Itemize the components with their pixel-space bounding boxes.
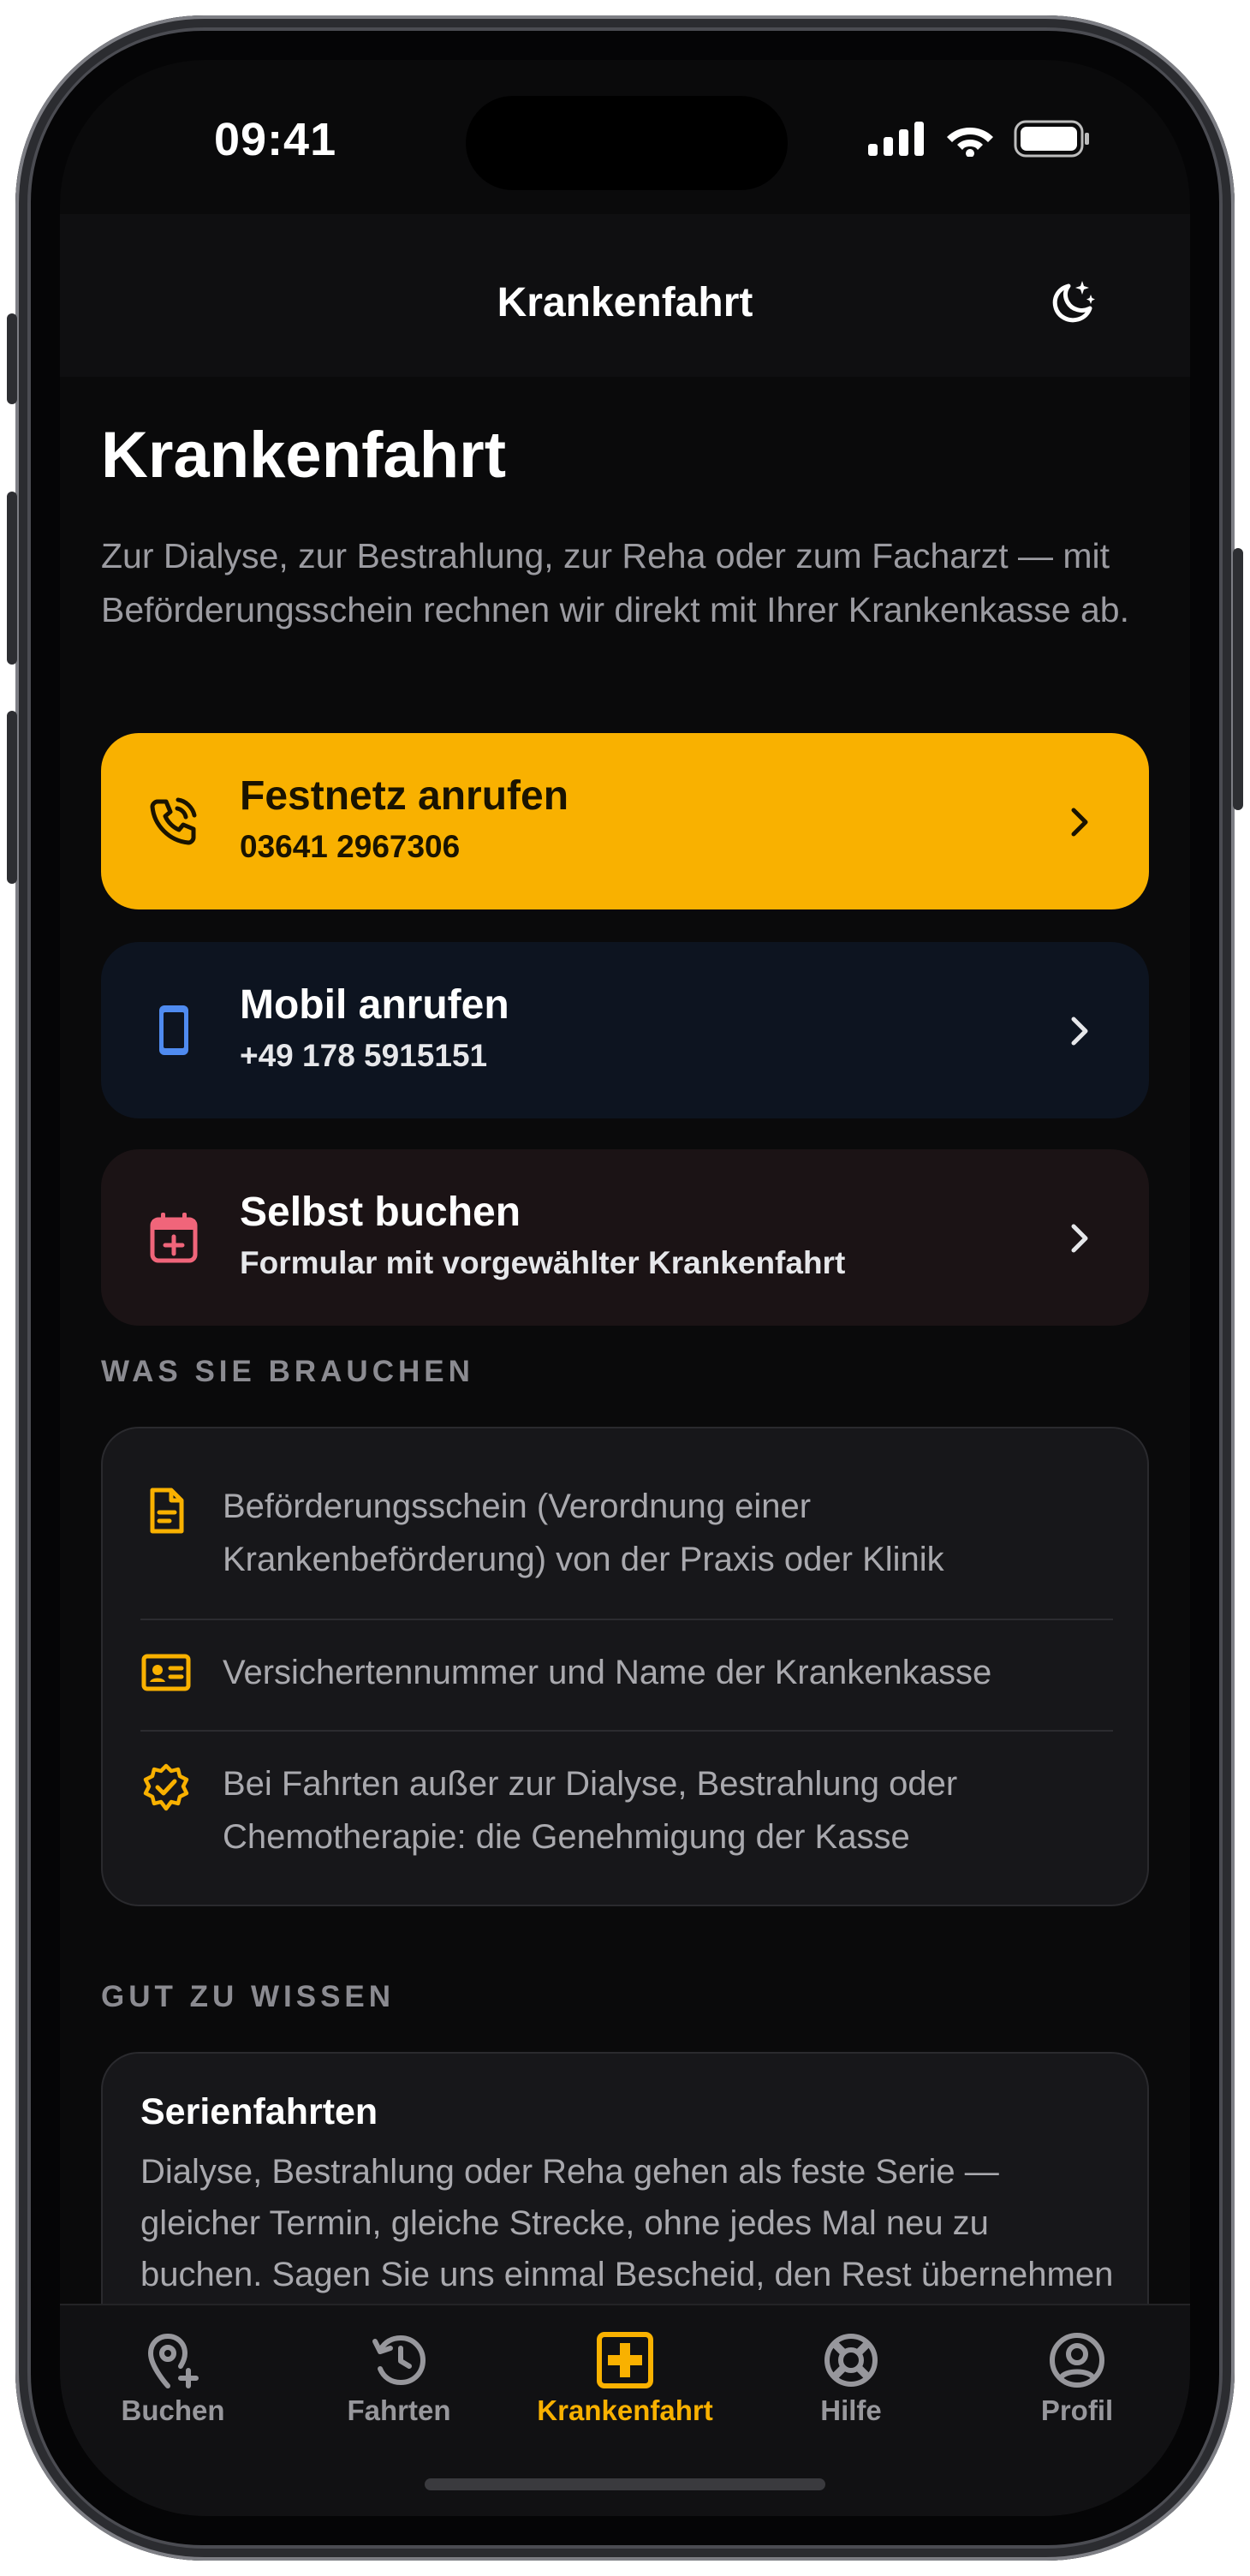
list-item-text: Versichertennummer und Name der Krankenk…	[223, 1654, 992, 1691]
home-indicator[interactable]	[425, 2478, 825, 2490]
cellular-signal-icon	[868, 122, 924, 156]
document-icon	[150, 1488, 184, 1534]
divider	[140, 1619, 1113, 1620]
chevron-right-icon	[1071, 1017, 1088, 1046]
moon-stars-icon[interactable]	[1046, 276, 1099, 329]
page-title: Krankenfahrt	[101, 419, 506, 492]
card-title: Selbst buchen	[240, 1190, 521, 1235]
id-card-icon	[141, 1654, 191, 1691]
tab-krankenfahrt[interactable]: Krankenfahrt	[512, 2305, 738, 2434]
chevron-right-icon	[1071, 1224, 1088, 1253]
tab-label: Buchen	[121, 2394, 225, 2426]
divider	[140, 1730, 1113, 1732]
dynamic-island	[466, 96, 788, 190]
verified-badge-icon	[143, 1763, 189, 1811]
medical-cross-icon	[597, 2332, 653, 2388]
lifebuoy-icon	[824, 2334, 878, 2387]
chevron-right-icon	[1071, 808, 1088, 837]
map-pin-plus-icon	[147, 2333, 199, 2388]
screen: 09:41 Krankenfahrt Krankenfahrt Zur Dial	[60, 60, 1190, 2516]
card-subtitle: 03641 2967306	[240, 829, 461, 864]
tab-label: Profil	[1040, 2394, 1114, 2426]
wifi-icon	[947, 128, 993, 157]
navigation-bar: Krankenfahrt	[60, 214, 1190, 377]
tab-fahrten[interactable]: Fahrten	[286, 2305, 512, 2434]
card-title: Mobil anrufen	[240, 982, 509, 1028]
phone-icon	[150, 797, 197, 845]
volume-up-button	[7, 492, 17, 665]
requirements-list: Beförderungsschein (Verordnung einer Kra…	[101, 1427, 1149, 1906]
calendar-plus-icon	[150, 1213, 198, 1263]
list-item-text: Beförderungsschein (Verordnung einer Kra…	[223, 1488, 944, 1578]
section-heading-needs: WAS SIE BRAUCHEN	[101, 1355, 474, 1388]
call-landline-button[interactable]: Festnetz anrufen 03641 2967306	[101, 733, 1149, 909]
user-circle-icon	[1050, 2333, 1104, 2388]
card-subtitle: +49 178 5915151	[240, 1038, 488, 1073]
tab-label: Hilfe	[820, 2394, 882, 2426]
action-button	[7, 313, 17, 404]
section-heading-info: GUT ZU WISSEN	[101, 1980, 396, 2013]
tab-label: Fahrten	[347, 2394, 451, 2426]
card-title: Festnetz anrufen	[240, 773, 569, 819]
main-content: Krankenfahrt Zur Dialyse, zur Bestrahlun…	[60, 377, 1190, 2372]
tab-label: Krankenfahrt	[537, 2394, 713, 2426]
status-time: 09:41	[214, 114, 337, 165]
history-icon	[372, 2334, 426, 2386]
page-description: Zur Dialyse, zur Bestrahlung, zur Reha o…	[101, 536, 1129, 629]
card-subtitle: Formular mit vorgewählter Krankenfahrt	[240, 1245, 846, 1280]
tab-profil[interactable]: Profil	[964, 2305, 1190, 2434]
nav-title: Krankenfahrt	[497, 280, 753, 325]
volume-down-button	[7, 711, 17, 884]
power-button	[1233, 548, 1243, 810]
battery-icon	[1014, 120, 1089, 158]
info-card-title: Serienfahrten	[140, 2091, 378, 2132]
status-icons	[868, 120, 1091, 158]
tab-hilfe[interactable]: Hilfe	[738, 2305, 964, 2434]
self-booking-button[interactable]: Selbst buchen Formular mit vorgewählter …	[101, 1149, 1149, 1326]
call-mobile-button[interactable]: Mobil anrufen +49 178 5915151	[101, 942, 1149, 1118]
list-item-text: Bei Fahrten außer zur Dialyse, Bestrahlu…	[223, 1765, 958, 1856]
smartphone-icon	[159, 1005, 188, 1055]
tab-buchen[interactable]: Buchen	[60, 2305, 286, 2434]
